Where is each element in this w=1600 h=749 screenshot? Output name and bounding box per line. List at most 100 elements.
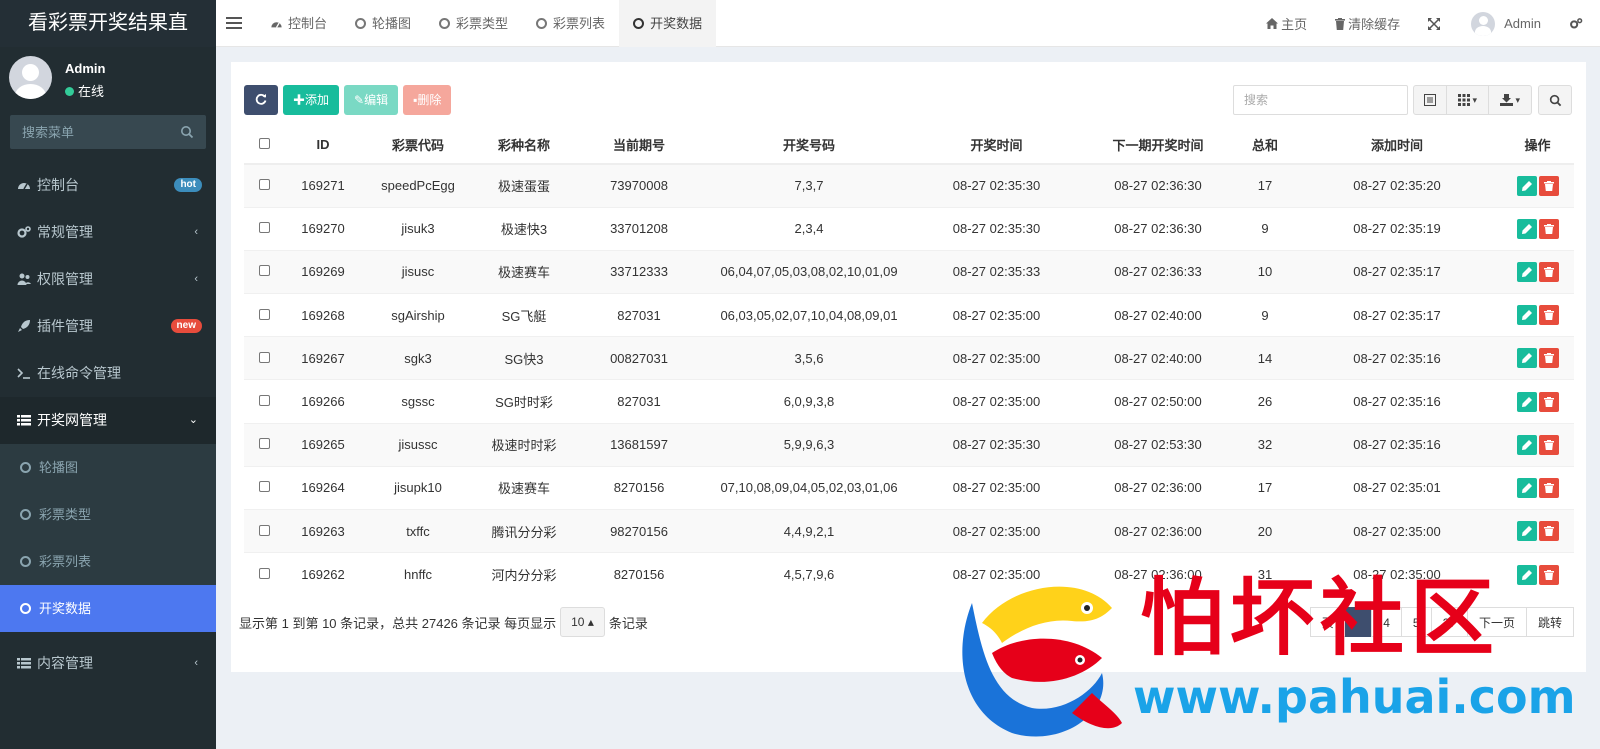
sidebar-item-lottery-site[interactable]: 开奖网管理 ⌄ [0, 397, 216, 444]
col-header[interactable]: ID [284, 126, 362, 165]
table-cell: 极速时时彩 [474, 422, 574, 467]
row-delete-button[interactable] [1538, 477, 1559, 498]
tab-lottery-list[interactable]: 彩票列表 [522, 0, 619, 47]
sidebar-item-content[interactable]: 内容管理 ‹ [0, 640, 216, 687]
rocket-icon [18, 320, 30, 332]
table-cell: txffc [362, 508, 474, 553]
sidebar-subitem-lottery-type[interactable]: 彩票类型 [0, 491, 216, 538]
table-cell: 33701208 [574, 206, 704, 251]
row-delete-button[interactable] [1538, 261, 1559, 282]
table-row[interactable]: 169264 jisupk10 极速赛车 8270156 07,10,08,09,04,… [244, 465, 1574, 510]
row-delete-button[interactable] [1538, 521, 1559, 542]
table-search-input[interactable] [1233, 85, 1408, 115]
table-row[interactable]: 169266 sgssc SG时时彩 827031 6,0,9,3,8 08-27 02:… [244, 379, 1574, 424]
table-row[interactable]: 169270 jisuk3 极速快3 33701208 2,3,4 08-27 02:35… [244, 206, 1574, 251]
pencil-icon [1521, 310, 1532, 321]
table-cell: 08-27 02:35:30 [914, 163, 1079, 208]
clear-cache-button[interactable]: 清除缓存 [1321, 14, 1414, 33]
row-checkbox[interactable] [258, 351, 270, 363]
table-row[interactable]: 169267 sgk3 SG快3 00827031 3,5,6 08-27 02:35:0… [244, 336, 1574, 380]
table-cell: jisupk10 [362, 465, 474, 510]
row-edit-button[interactable] [1516, 391, 1537, 412]
page-size-select[interactable]: 10 ▴ [560, 607, 605, 637]
table-row[interactable]: 169265 jisussc 极速时时彩 13681597 5,9,9,6,3 08-27… [244, 422, 1574, 467]
sidebar-item-auth[interactable]: 权限管理 ‹ [0, 256, 216, 303]
sidebar-item-label: 权限管理 [37, 271, 93, 287]
sidebar-toggle-icon[interactable] [226, 14, 242, 32]
row-edit-button[interactable] [1516, 305, 1537, 326]
row-checkbox[interactable] [258, 179, 270, 191]
row-delete-button[interactable] [1538, 564, 1559, 585]
col-header[interactable]: 开奖号码 [704, 126, 914, 165]
col-header[interactable]: 总和 [1237, 126, 1293, 165]
col-header[interactable]: 开奖时间 [914, 126, 1079, 165]
col-header[interactable]: 添加时间 [1293, 126, 1501, 165]
row-checkbox[interactable] [258, 308, 270, 320]
search-toggle-button[interactable] [1538, 85, 1572, 115]
row-delete-button[interactable] [1538, 305, 1559, 326]
home-link[interactable]: 主页 [1252, 14, 1321, 33]
export-button[interactable]: ▾ [1489, 86, 1531, 114]
edit-button[interactable]: ✎编辑 [344, 85, 399, 115]
col-header[interactable]: 彩票代码 [362, 126, 474, 165]
row-checkbox[interactable] [258, 438, 270, 450]
col-header[interactable]: 下一期开奖时间 [1079, 126, 1237, 165]
add-button[interactable]: ✚添加 [283, 85, 340, 115]
table-cell: 169269 [284, 249, 362, 294]
row-checkbox[interactable] [258, 265, 270, 277]
tab-carousel[interactable]: 轮播图 [341, 0, 425, 47]
row-delete-button[interactable] [1538, 434, 1559, 455]
sidebar-subitem-draw-data[interactable]: 开奖数据 [0, 585, 216, 632]
table-row[interactable]: 169269 jisusc 极速赛车 33712333 06,04,07,05,03,0… [244, 249, 1574, 294]
sidebar-subitem-carousel[interactable]: 轮播图 [0, 444, 216, 491]
row-delete-button[interactable] [1538, 218, 1559, 239]
row-edit-button[interactable] [1516, 175, 1537, 196]
table-row[interactable]: 169268 sgAirship SG飞艇 827031 06,03,05,02,07,… [244, 293, 1574, 337]
sidebar-subitem-lottery-list[interactable]: 彩票列表 [0, 538, 216, 585]
row-checkbox[interactable] [258, 481, 270, 493]
admin-user-menu[interactable]: Admin [1457, 11, 1555, 36]
tab-dashboard[interactable]: 控制台 [256, 0, 341, 47]
row-edit-button[interactable] [1516, 218, 1537, 239]
select-all-checkbox[interactable] [258, 138, 270, 149]
table-cell: 08-27 02:36:00 [1079, 508, 1237, 553]
row-edit-button[interactable] [1516, 477, 1537, 498]
columns-toggle-button[interactable]: ▾ [1447, 86, 1489, 114]
row-delete-button[interactable] [1538, 391, 1559, 412]
row-edit-button[interactable] [1516, 434, 1537, 455]
table-row[interactable]: 169271 speedPcEgg 极速蛋蛋 73970008 7,3,7 08-27 0… [244, 163, 1574, 208]
col-header[interactable]: 彩种名称 [474, 126, 574, 165]
card-view-button[interactable] [1414, 86, 1447, 114]
sidebar-search-input[interactable] [10, 115, 206, 149]
table-toolbar: ✚添加 ✎编辑 ▪删除 [244, 85, 452, 115]
refresh-button[interactable] [244, 85, 278, 115]
cogs-icon [17, 226, 31, 238]
tab-label: 控制台 [288, 16, 328, 31]
row-checkbox[interactable] [258, 395, 270, 407]
row-edit-button[interactable] [1516, 564, 1537, 585]
row-edit-button[interactable] [1516, 521, 1537, 542]
fullscreen-button[interactable] [1414, 17, 1457, 30]
settings-button[interactable] [1555, 17, 1600, 30]
row-delete-button[interactable] [1538, 175, 1559, 196]
delete-button[interactable]: ▪删除 [403, 85, 452, 115]
page-jump-button[interactable]: 跳转 [1525, 607, 1574, 637]
table-row[interactable]: 169263 txffc 腾讯分分彩 98270156 4,4,9,2,1 08-27 0… [244, 508, 1574, 553]
row-edit-button[interactable] [1516, 348, 1537, 369]
sidebar-item-label: 在线命令管理 [37, 365, 121, 381]
tab-draw-data[interactable]: 开奖数据 [619, 0, 717, 47]
sidebar-item-dashboard[interactable]: 控制台 hot [0, 162, 216, 209]
trash-icon [1543, 310, 1554, 321]
row-checkbox[interactable] [258, 524, 270, 536]
sidebar-item-plugins[interactable]: 插件管理 new [0, 303, 216, 350]
trash-icon [1543, 526, 1554, 537]
app-logo-title[interactable]: 看彩票开奖结果直 [0, 0, 216, 47]
row-delete-button[interactable] [1538, 348, 1559, 369]
col-header[interactable]: 当前期号 [574, 126, 704, 165]
sidebar-item-general[interactable]: 常规管理 ‹ [0, 209, 216, 256]
sidebar-item-command[interactable]: 在线命令管理 [0, 350, 216, 397]
row-checkbox[interactable] [258, 568, 270, 580]
row-edit-button[interactable] [1516, 261, 1537, 282]
row-checkbox[interactable] [258, 222, 270, 234]
tab-lottery-type[interactable]: 彩票类型 [425, 0, 522, 47]
